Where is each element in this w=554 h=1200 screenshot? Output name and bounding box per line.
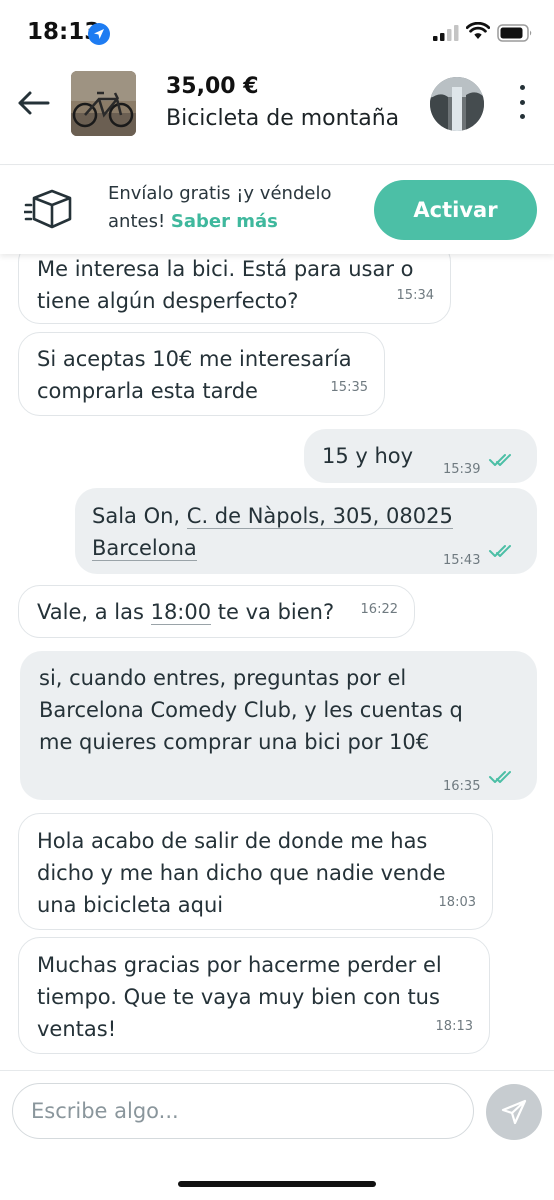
message-input[interactable]: Escribe algo... [12, 1083, 474, 1139]
dot [519, 114, 525, 119]
double-check-icon [489, 545, 511, 557]
message-time: 15:34 [396, 288, 434, 303]
message-time: 15:39 [443, 462, 481, 477]
message-time: 18:13 [435, 1019, 473, 1034]
shipping-promo-banner: Envíalo gratis ¡y véndelo antes! Saber m… [0, 166, 554, 254]
more-vertical-icon [519, 85, 525, 90]
message-text: Vale, a las [37, 600, 151, 624]
message-line: tiene algún desperfecto? [37, 289, 299, 313]
message-incoming: Me interesa la bici. Está para usar o ti… [18, 254, 451, 324]
message-line: una bicicleta aqui [37, 893, 224, 917]
message-line: Hola acabo de salir de donde me has [37, 829, 428, 853]
address-link[interactable]: C. de Nàpols, 305, 08025 [186, 504, 453, 529]
send-button[interactable] [486, 1084, 542, 1140]
item-title: Bicicleta de montaña [166, 106, 400, 131]
address-link[interactable]: Barcelona [92, 536, 197, 561]
message-incoming: Muchas gracias por hacerme perder el tie… [18, 937, 490, 1054]
dot [519, 99, 525, 105]
message-outgoing: si, cuando entres, preguntas por el Barc… [20, 651, 537, 800]
message-outgoing: 15 y hoy 15:39 [304, 429, 537, 483]
time-link[interactable]: 18:00 [150, 600, 212, 625]
message-composer: Escribe algo... [0, 1070, 554, 1200]
status-bar: 18:13 [0, 0, 554, 64]
battery-icon [497, 24, 532, 42]
message-line: Barcelona Comedy Club, y les cuentas q [39, 698, 463, 722]
activate-button[interactable]: Activar [374, 180, 537, 240]
message-time: 15:35 [330, 380, 368, 395]
message-incoming: Hola acabo de salir de donde me has dich… [18, 813, 493, 930]
chat-header: 35,00 € Bicicleta de montaña [0, 64, 554, 165]
home-indicator [178, 1181, 376, 1187]
message-line: Me interesa la bici. Está para usar o [37, 257, 414, 281]
learn-more-link[interactable]: Saber más [171, 211, 278, 232]
shipping-box-icon [24, 189, 72, 229]
back-button[interactable] [14, 86, 52, 120]
message-line: Sala On, C. de Nàpols, 305, 08025 [92, 500, 537, 532]
double-check-icon [489, 771, 511, 783]
message-line: dicho y me han dicho que nadie vende [37, 861, 446, 885]
message-incoming: Si aceptas 10€ me interesaría comprarla … [18, 332, 385, 416]
message-time: 16:35 [443, 779, 481, 794]
message-time: 18:03 [438, 895, 476, 910]
seller-avatar[interactable] [430, 77, 484, 131]
item-price: 35,00 € [166, 74, 259, 99]
message-line: Muchas gracias por hacerme perder el [37, 953, 442, 977]
message-outgoing: Sala On, C. de Nàpols, 305, 08025 Barcel… [75, 488, 537, 574]
message-incoming: Vale, a las 18:00 te va bien? 16:22 [18, 585, 415, 638]
back-arrow-icon [18, 91, 50, 115]
message-list[interactable]: Me interesa la bici. Está para usar o ti… [0, 254, 554, 1070]
bicycle-photo [71, 71, 136, 136]
message-line: Si aceptas 10€ me interesaría [37, 347, 352, 371]
message-line: si, cuando entres, preguntas por el [39, 666, 407, 690]
message-text: te va bien? [211, 600, 335, 624]
message-text: Sala On, [92, 504, 187, 528]
promo-text: Envíalo gratis ¡y véndelo antes! Saber m… [108, 180, 368, 236]
signal-icon [433, 25, 459, 41]
send-icon [501, 1099, 527, 1125]
message-time: 15:43 [443, 553, 481, 568]
message-time: 16:22 [360, 602, 398, 617]
wifi-icon [466, 22, 490, 39]
message-line: ventas! [37, 1017, 117, 1041]
item-thumbnail[interactable] [71, 71, 136, 136]
double-check-icon [489, 454, 511, 466]
message-line: tiempo. Que te vaya muy bien con tus [37, 985, 440, 1009]
message-line: Vale, a las 18:00 te va bien? [37, 596, 414, 628]
message-line: me quieres comprar una bici por 10€ [39, 730, 430, 754]
avatar-photo [430, 77, 484, 131]
more-options-button[interactable] [509, 82, 535, 122]
location-arrow-icon [88, 23, 110, 45]
